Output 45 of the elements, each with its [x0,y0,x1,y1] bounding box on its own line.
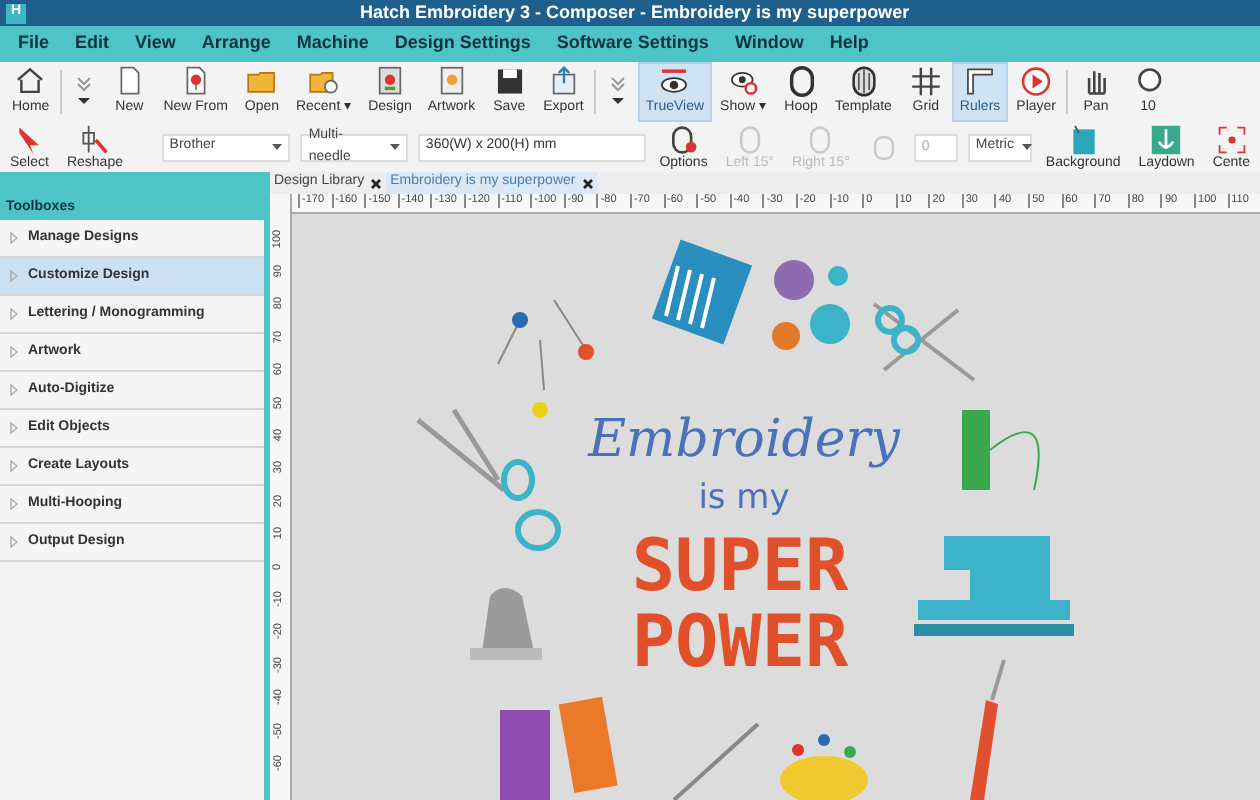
expand-arrow-icon [10,232,18,244]
expand-arrow-icon [10,460,18,472]
menu-item[interactable]: Help [829,30,869,58]
eye-icon [656,66,693,97]
buttons-drawing [772,260,850,350]
thread-spools-drawing [500,696,618,800]
expand-arrow-icon [10,536,18,548]
center-target-icon [1215,123,1248,155]
rulers-icon [962,66,999,97]
menu-item[interactable]: Software Settings [556,30,709,58]
design-text: is my [698,478,790,518]
grid-icon [907,66,944,97]
menu-item[interactable]: Design Settings [394,30,531,58]
menu-item[interactable]: Window [734,30,804,58]
safety-pins-drawing [497,299,594,418]
page-picture-icon [1067,123,1100,155]
design-text: SUPER [631,526,849,608]
needle-drawing [672,722,760,800]
menu-item[interactable]: View [135,30,176,58]
expand-arrow-icon [10,308,18,320]
caret-icon [272,143,283,151]
design-text: POWER [631,602,849,684]
folder-icon [243,66,280,97]
menu-item[interactable]: Arrange [201,30,271,58]
close-icon[interactable] [370,177,383,189]
expand-arrow-icon [10,270,18,282]
scissors-drawing [872,302,976,382]
expand-arrow-icon [10,384,18,396]
expand-arrow-icon [10,498,18,510]
menu-item[interactable]: File [18,30,50,58]
seam-ripper-drawing [970,659,1006,800]
hoop-gear-icon [667,123,700,155]
pincushion-drawing [780,734,868,800]
reshape-icon [78,123,111,155]
design-text: Embroidery [588,410,900,470]
expand-arrow-icon [10,422,18,434]
menu-item[interactable]: Machine [296,30,369,58]
window-title: Hatch Embroidery 3 - Composer - Embroidery is my superpower [360,0,910,26]
thimble-drawing [470,588,542,660]
caret-icon [389,143,400,151]
expand-arrow-icon [10,346,18,358]
thread-spool-drawing [962,410,1040,491]
close-icon[interactable] [581,177,594,189]
menu-item[interactable]: Edit [75,30,110,58]
caret-icon [1021,143,1032,151]
